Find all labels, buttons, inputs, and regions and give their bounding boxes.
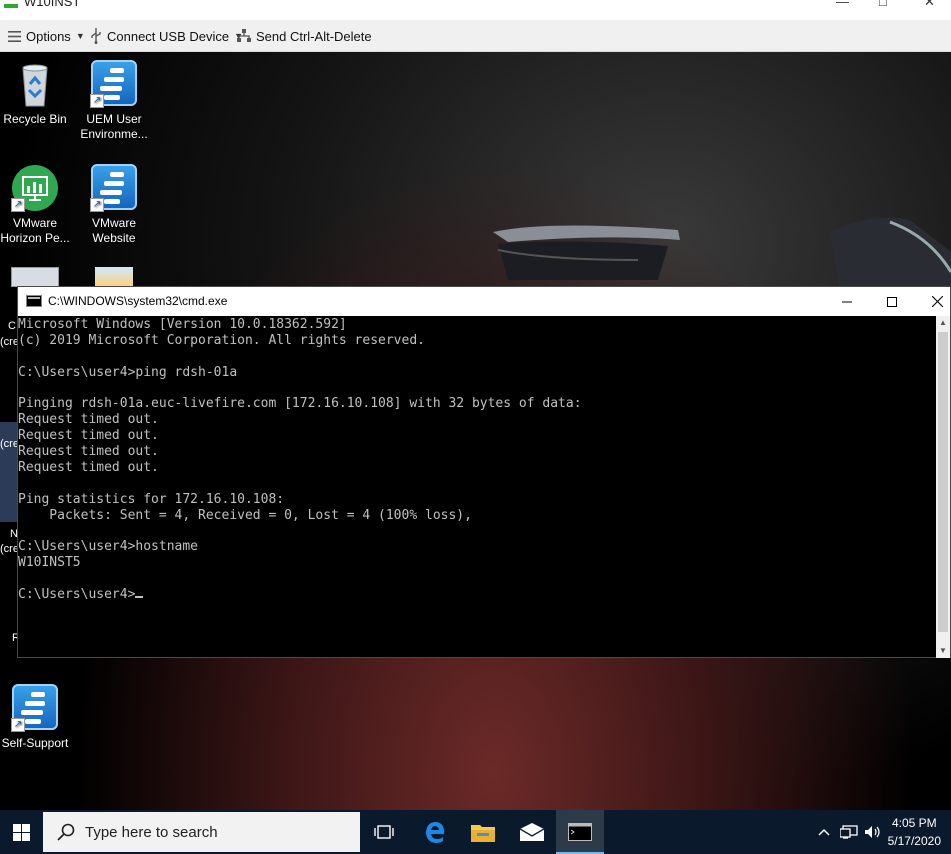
cmd-maximize-button[interactable] <box>869 287 915 316</box>
outer-minimize-button[interactable]: — <box>836 0 849 9</box>
outer-window-title: W10INST <box>24 0 81 9</box>
taskbar-file-explorer-button[interactable] <box>459 810 507 854</box>
chevron-down-icon: ▼ <box>75 31 85 41</box>
outer-window-titlebar: W10INST — □ ✕ <box>0 0 951 20</box>
taskbar: Type here to search 4:05 PM 5/17/2020 <box>0 810 951 854</box>
vmware-horizon-performance-desktop-icon[interactable]: ↗ VMware Horizon Pe... <box>0 164 71 246</box>
outer-maximize-button[interactable]: □ <box>879 0 887 9</box>
horizon-logo-icon <box>4 4 18 8</box>
self-support-desktop-icon[interactable]: ↗ Self-Support <box>0 684 71 751</box>
close-icon <box>931 296 943 307</box>
wallpaper-car-shape-right <box>830 217 951 292</box>
clock-time: 4:05 PM <box>891 816 937 830</box>
wallpaper-car-shape <box>493 225 680 280</box>
console-line: C:\Users\user4>ping rdsh-01a <box>18 364 238 380</box>
console-line: (c) 2019 Microsoft Corporation. All righ… <box>18 332 425 348</box>
console-line: Request timed out. <box>18 428 159 444</box>
uem-user-environment-desktop-icon[interactable]: ↗ UEM User Environme... <box>78 60 150 142</box>
console-line: Microsoft Windows [Version 10.0.18362.59… <box>18 317 347 332</box>
uem-label-line1: UEM User <box>86 112 142 126</box>
minimize-icon <box>842 301 852 302</box>
shortcut-arrow-icon: ↗ <box>90 94 104 108</box>
vmware-website-desktop-icon[interactable]: ↗ VMware Website <box>78 164 150 246</box>
connect-usb-menu[interactable]: Connect USB Device ▼ <box>90 20 243 52</box>
cmd-window-title: C:\WINDOWS\system32\cmd.exe <box>48 294 228 308</box>
windows-logo-icon <box>12 823 30 841</box>
mail-icon <box>520 823 544 841</box>
edge-browser-icon <box>426 822 445 843</box>
console-output[interactable]: Microsoft Windows [Version 10.0.18362.59… <box>18 316 936 658</box>
self-support-label: Self-Support <box>1 736 69 750</box>
partial-desktop-icon-3[interactable] <box>0 422 17 522</box>
text-cursor <box>135 596 144 599</box>
chevron-up-icon[interactable] <box>818 828 830 836</box>
cmd-minimize-button[interactable] <box>824 287 870 316</box>
task-view-button[interactable] <box>360 810 408 854</box>
taskbar-search-box[interactable]: Type here to search <box>43 812 360 852</box>
uem-label-line2: Environme... <box>80 127 148 141</box>
clock-date: 5/17/2020 <box>887 834 941 848</box>
task-view-icon <box>374 825 394 839</box>
partial-icon-text: C <box>8 320 16 332</box>
usb-icon <box>91 28 101 44</box>
folder-icon <box>471 825 495 842</box>
outer-close-button[interactable]: ✕ <box>924 0 935 10</box>
cmd-vertical-scrollbar[interactable]: ▲ ▼ <box>936 316 950 658</box>
connect-usb-label: Connect USB Device <box>107 28 230 44</box>
system-tray <box>818 810 882 854</box>
website-label-line2: Website <box>92 231 136 245</box>
console-line: C:\Users\user4>hostname <box>18 539 199 555</box>
taskbar-mail-button[interactable] <box>508 810 556 854</box>
options-menu[interactable]: Options ▼ <box>8 20 85 52</box>
horizon-toolbar: Options ▼ Connect USB Device ▼ Send Ctrl… <box>0 20 951 52</box>
website-label-line1: VMware <box>91 216 136 230</box>
options-label: Options <box>26 28 71 44</box>
recycle-bin-desktop-icon[interactable]: Recycle Bin <box>0 60 71 127</box>
cmd-close-button[interactable] <box>914 287 951 316</box>
console-line: W10INST5 <box>18 555 81 571</box>
partial-desktop-icon-2[interactable] <box>95 267 133 287</box>
taskbar-edge-button[interactable] <box>411 810 459 854</box>
hamburger-icon <box>8 30 21 42</box>
console-icon <box>26 295 42 307</box>
console-line: Pinging rdsh-01a.euc-livefire.com [172.1… <box>18 396 582 412</box>
network-icon[interactable] <box>840 825 858 839</box>
shortcut-arrow-icon: ↗ <box>11 718 25 732</box>
console-line: Ping statistics for 172.16.10.108: <box>18 491 285 507</box>
horizon-label-line2: Horizon Pe... <box>0 231 70 245</box>
search-placeholder: Type here to search <box>85 823 218 841</box>
network-icon <box>237 29 251 42</box>
send-cad-label: Send Ctrl-Alt-Delete <box>256 28 372 44</box>
scrollbar-thumb[interactable] <box>938 332 948 632</box>
scroll-up-icon[interactable]: ▲ <box>936 316 950 330</box>
send-ctrl-alt-delete-button[interactable]: Send Ctrl-Alt-Delete <box>237 20 372 52</box>
recycle-bin-label: Recycle Bin <box>3 112 67 126</box>
console-line: Request timed out. <box>18 412 159 428</box>
volume-icon[interactable] <box>864 825 882 839</box>
shortcut-arrow-icon: ↗ <box>90 198 104 212</box>
console-icon <box>568 823 592 841</box>
search-icon <box>57 823 75 841</box>
maximize-icon <box>887 296 897 307</box>
console-line: Request timed out. <box>18 460 159 476</box>
start-button[interactable] <box>0 810 42 854</box>
horizon-label-line1: VMware <box>12 216 57 230</box>
console-line: Packets: Sent = 4, Received = 0, Lost = … <box>18 507 472 523</box>
scroll-down-icon[interactable]: ▼ <box>936 644 950 658</box>
cmd-window[interactable]: C:\WINDOWS\system32\cmd.exe Microsoft Wi… <box>17 286 951 658</box>
console-line: Request timed out. <box>18 444 159 460</box>
console-line: C:\Users\user4> <box>18 587 936 603</box>
taskbar-cmd-button[interactable] <box>556 810 604 854</box>
shortcut-arrow-icon: ↗ <box>11 198 25 212</box>
cmd-titlebar[interactable]: C:\WINDOWS\system32\cmd.exe <box>18 287 950 316</box>
taskbar-clock[interactable]: 4:05 PM 5/17/2020 <box>888 814 941 850</box>
partial-desktop-icon[interactable] <box>11 267 59 287</box>
recycle-bin-icon <box>22 64 48 107</box>
